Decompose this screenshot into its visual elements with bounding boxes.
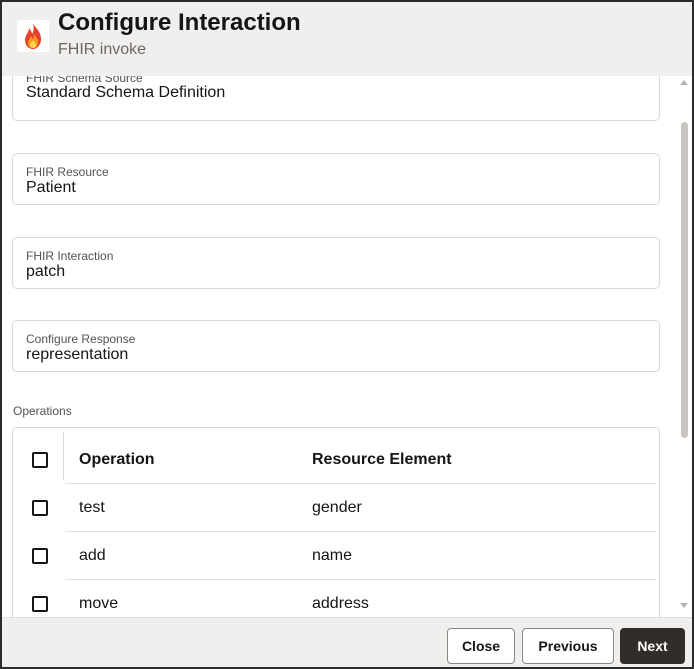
operation-cell: test [79,499,105,516]
next-button[interactable]: Next [620,628,685,664]
row-checkbox[interactable] [32,548,48,564]
resource-element-cell: gender [312,499,362,516]
column-header-resource-element[interactable]: Resource Element [312,451,452,469]
flame-icon [17,20,49,52]
resource-element-cell: name [312,547,353,564]
field-label: FHIR Interaction [26,249,114,263]
configure-interaction-dialog: Configure Interaction FHIR invoke FHIR S… [0,0,694,669]
configure-response-field[interactable]: Configure Response representation [12,320,660,372]
table-row[interactable]: add name [13,532,659,580]
table-row[interactable]: move address [13,580,659,617]
resource-element-cell: address [312,595,369,612]
operation-cell: move [79,595,119,612]
table-row[interactable]: test gender [13,484,659,532]
field-label: Configure Response [26,332,136,346]
select-all-checkbox[interactable] [32,452,48,468]
previous-button[interactable]: Previous [522,628,614,664]
field-label: FHIR Resource [26,165,109,179]
operation-cell: add [79,547,106,564]
close-button[interactable]: Close [447,628,515,664]
dialog-title: Configure Interaction [58,9,301,36]
scroll-down-arrow-icon[interactable] [680,603,688,608]
operations-label: Operations [13,404,72,418]
fhir-resource-field[interactable]: FHIR Resource Patient [12,153,660,205]
field-value: patch [26,263,66,280]
dialog-subtitle: FHIR invoke [58,41,147,58]
scrollbar-thumb[interactable] [681,122,688,438]
table-header-row: Operation Resource Element [13,436,659,484]
operations-table: Operation Resource Element test gender a… [12,427,660,617]
dialog-header: Configure Interaction FHIR invoke [2,2,692,76]
row-checkbox[interactable] [32,500,48,516]
dialog-content[interactable]: FHIR Schema Source Standard Schema Defin… [2,76,692,617]
fhir-schema-source-field[interactable]: FHIR Schema Source Standard Schema Defin… [12,76,660,121]
column-header-operation[interactable]: Operation [79,451,155,469]
field-value: Standard Schema Definition [26,84,226,101]
dialog-footer: Close Previous Next [2,617,692,667]
fhir-interaction-field[interactable]: FHIR Interaction patch [12,237,660,289]
field-value: representation [26,346,129,363]
row-checkbox[interactable] [32,596,48,612]
scroll-up-arrow-icon[interactable] [680,80,688,85]
vertical-scrollbar[interactable] [677,76,692,617]
field-value: Patient [26,179,76,196]
